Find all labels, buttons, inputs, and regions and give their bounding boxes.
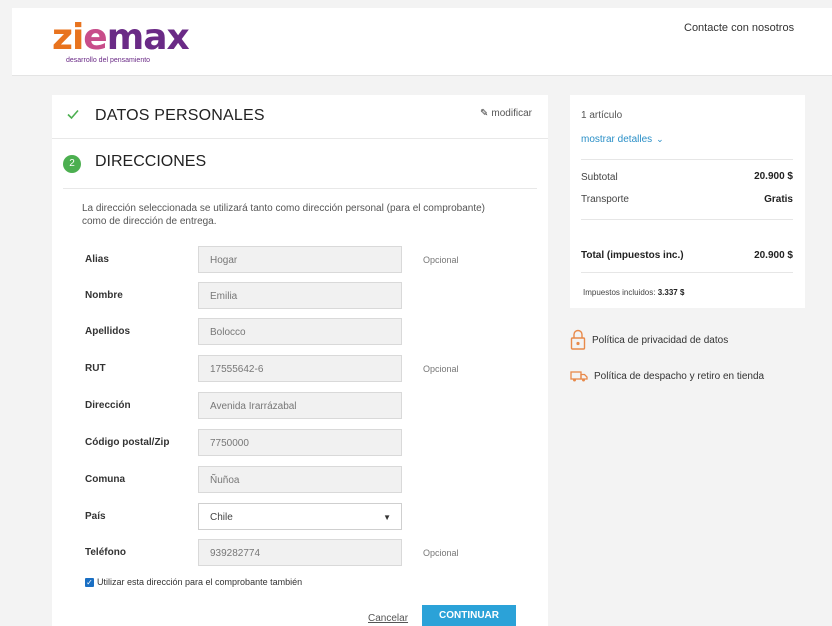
- pais-row: País Chile ▼: [52, 503, 548, 531]
- comuna-row: Comuna Ñuñoa: [52, 466, 548, 494]
- telefono-input[interactable]: 939282774: [198, 539, 402, 566]
- tax-value: 3.337 $: [657, 288, 685, 297]
- divider: [581, 159, 793, 160]
- nombre-input[interactable]: Emilia: [198, 282, 402, 309]
- country-select[interactable]: Chile ▼: [198, 503, 402, 530]
- optional-hint: Opcional: [423, 548, 459, 558]
- caret-down-icon: ▼: [383, 513, 391, 522]
- subtotal-value: 20.900 $: [754, 171, 793, 182]
- telefono-label: Teléfono: [85, 547, 126, 558]
- truck-icon: [570, 371, 588, 382]
- optional-hint: Opcional: [423, 255, 459, 265]
- tax-label: Impuestos incluidos:: [583, 288, 656, 297]
- comuna-input[interactable]: Ñuñoa: [198, 466, 402, 493]
- apellidos-row: Apellidos Bolocco: [52, 318, 548, 346]
- use-for-invoice-option[interactable]: ✓ Utilizar esta dirección para el compro…: [85, 577, 302, 587]
- logo-wordmark: ziemax: [52, 17, 190, 58]
- direccion-input[interactable]: Avenida Irarrázabal: [198, 392, 402, 419]
- divider: [581, 272, 793, 273]
- pais-label: País: [85, 511, 106, 522]
- addresses-title: DIRECCIONES: [95, 153, 207, 170]
- check-icon: [67, 109, 79, 120]
- nombre-label: Nombre: [85, 290, 123, 301]
- total-label: Total (impuestos inc.): [581, 250, 684, 261]
- codigo-postal-input[interactable]: 7750000: [198, 429, 402, 456]
- modify-label: modificar: [491, 108, 532, 119]
- shipping-policy-link[interactable]: Política de despacho y retiro en tienda: [570, 370, 764, 382]
- order-summary: 1 artículo mostrar detalles ⌄ Subtotal 2…: [570, 95, 805, 308]
- continue-button[interactable]: CONTINUAR: [422, 605, 516, 626]
- rut-input[interactable]: 17555642-6: [198, 355, 402, 382]
- ziemax-logo[interactable]: ziemax desarrollo del pensamiento: [52, 17, 190, 65]
- divider: [581, 219, 793, 220]
- item-count: 1 artículo: [581, 110, 623, 121]
- shipping-policy-label: Política de despacho y retiro en tienda: [594, 370, 765, 382]
- show-details-label: mostrar detalles: [581, 134, 653, 145]
- divider: [63, 188, 537, 189]
- tax-included: Impuestos incluidos: 3.337 $: [583, 288, 684, 297]
- use-for-invoice-label: Utilizar esta dirección para el comproba…: [97, 577, 303, 587]
- apellidos-label: Apellidos: [85, 326, 131, 337]
- apellidos-input[interactable]: Bolocco: [198, 318, 402, 345]
- rut-label: RUT: [85, 363, 106, 374]
- rut-row: RUT 17555642-6 Opcional: [52, 355, 548, 383]
- personal-data-section: DATOS PERSONALES ✎ modificar: [52, 95, 548, 139]
- subtotal-label: Subtotal: [581, 172, 618, 183]
- alias-input[interactable]: Hogar: [198, 246, 402, 273]
- step-number-badge: 2: [63, 155, 81, 173]
- optional-hint: Opcional: [423, 364, 459, 374]
- nombre-row: Nombre Emilia: [52, 282, 548, 310]
- shipping-label: Transporte: [581, 194, 629, 205]
- codigo-postal-row: Código postal/Zip 7750000: [52, 429, 548, 457]
- cancel-link[interactable]: Cancelar: [368, 613, 408, 624]
- shipping-value: Gratis: [764, 194, 793, 205]
- direccion-row: Dirección Avenida Irarrázabal: [52, 392, 548, 420]
- pencil-icon: ✎: [480, 108, 489, 119]
- total-value: 20.900 $: [754, 250, 793, 261]
- lock-icon: [570, 329, 586, 350]
- country-selected-value: Chile: [210, 512, 233, 523]
- chevron-down-icon: ⌄: [656, 134, 664, 144]
- modify-link[interactable]: ✎ modificar: [480, 108, 532, 119]
- telefono-row: Teléfono 939282774 Opcional: [52, 539, 548, 567]
- use-for-invoice-checkbox[interactable]: ✓: [85, 577, 94, 587]
- address-intro-text: La dirección seleccionada se utilizará t…: [82, 203, 485, 227]
- site-header: ziemax desarrollo del pensamiento Contac…: [12, 8, 832, 76]
- codigo-postal-label: Código postal/Zip: [85, 437, 170, 448]
- privacy-policy-link[interactable]: Política de privacidad de datos: [570, 329, 728, 351]
- alias-row: Alias Hogar Opcional: [52, 246, 548, 274]
- alias-label: Alias: [85, 254, 109, 265]
- personal-data-title: DATOS PERSONALES: [95, 107, 265, 124]
- show-details-link[interactable]: mostrar detalles ⌄: [581, 134, 664, 145]
- comuna-label: Comuna: [85, 474, 125, 485]
- checkout-panel: DATOS PERSONALES ✎ modificar 2 DIRECCION…: [52, 95, 548, 626]
- logo-tagline: desarrollo del pensamiento: [66, 57, 151, 64]
- contact-link[interactable]: Contacte con nosotros: [684, 22, 794, 34]
- privacy-policy-label: Política de privacidad de datos: [592, 334, 729, 346]
- direccion-label: Dirección: [85, 400, 131, 411]
